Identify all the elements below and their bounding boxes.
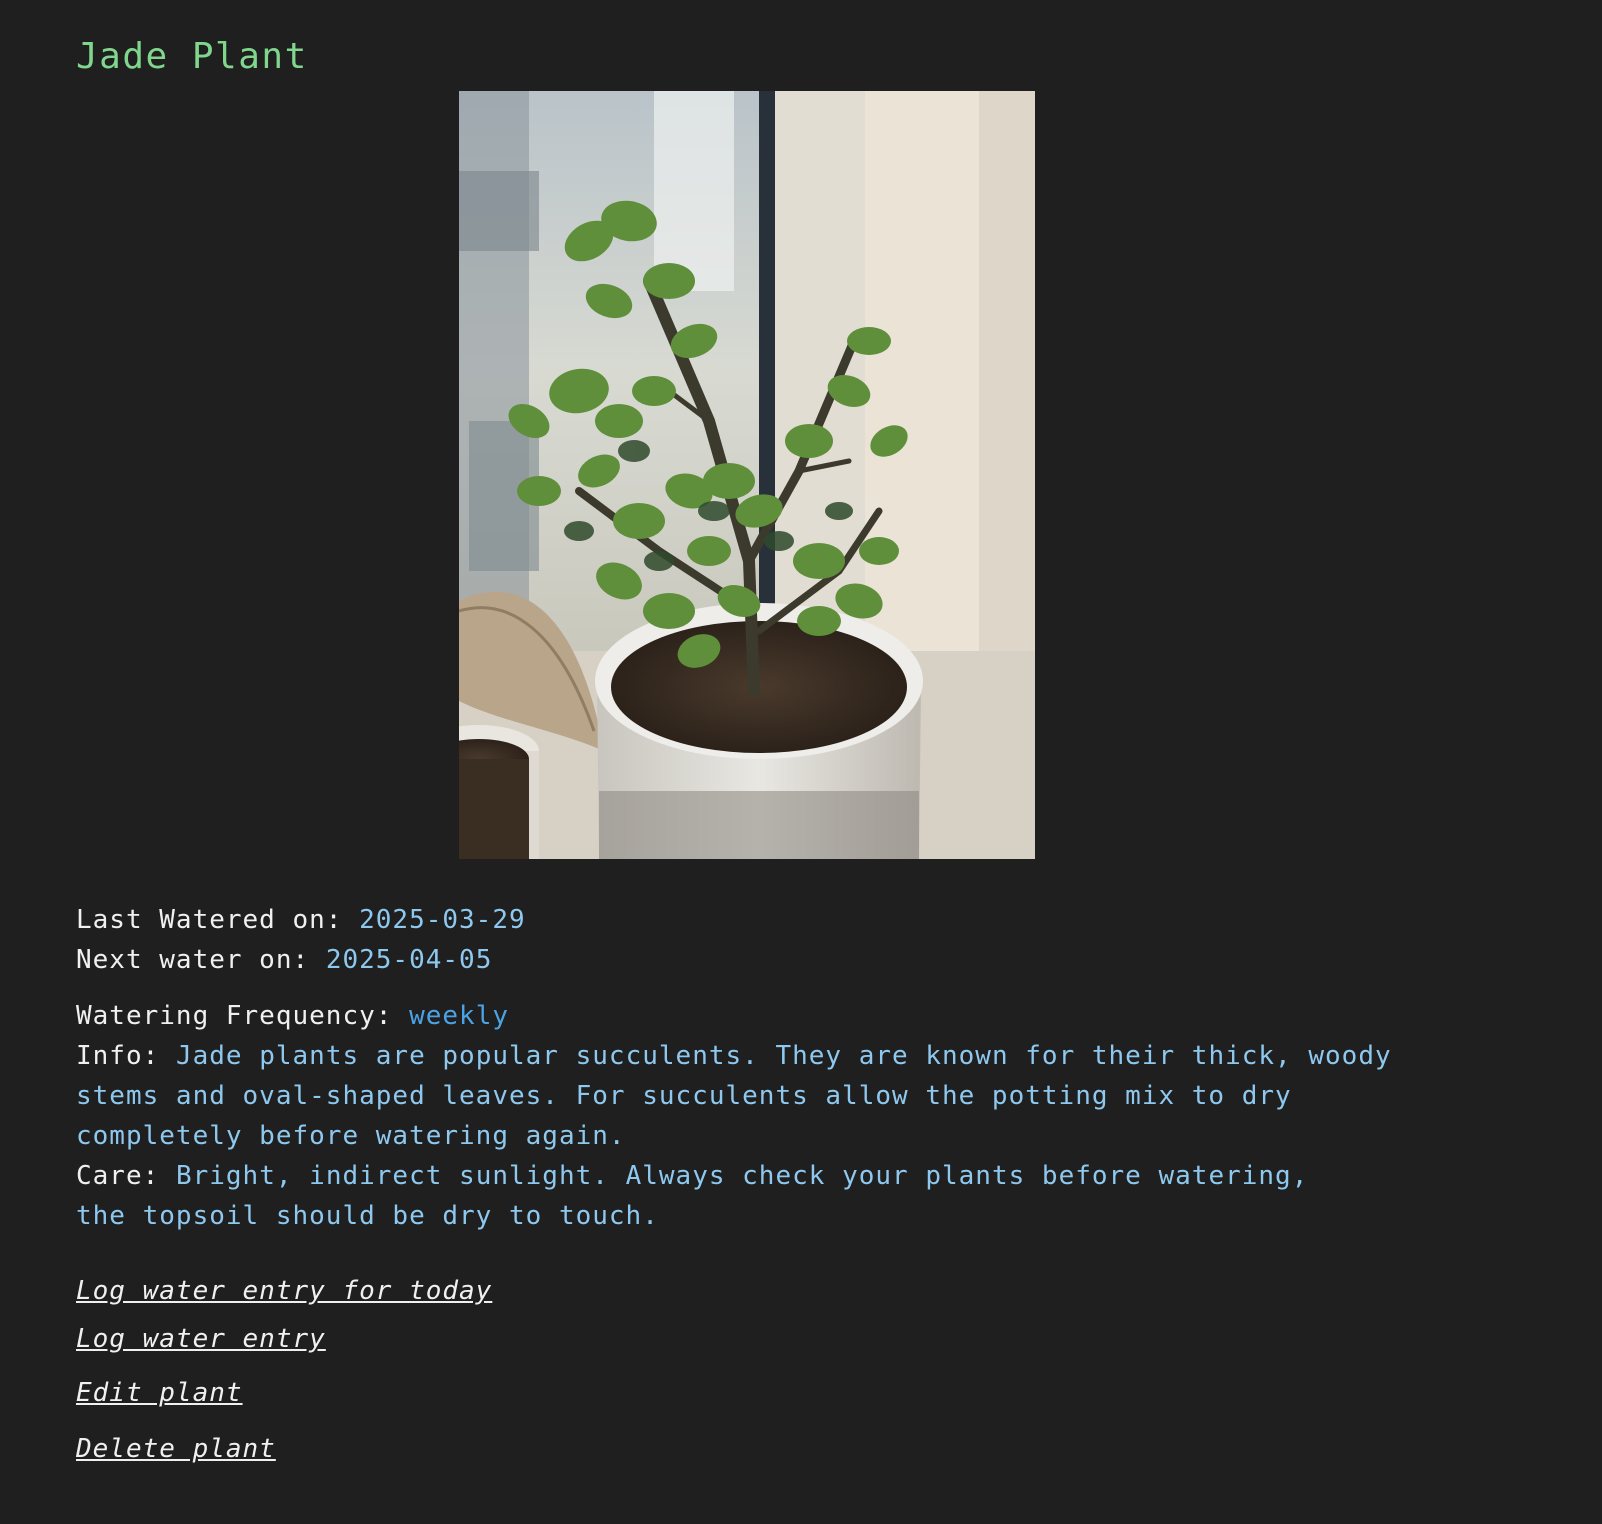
frequency-label: Watering Frequency: — [76, 1001, 393, 1031]
plant-photo — [459, 91, 1035, 859]
frequency-value: weekly — [409, 1001, 509, 1031]
log-water-entry-link[interactable]: Log water entry — [76, 1324, 326, 1354]
next-water-value: 2025-04-05 — [325, 945, 493, 975]
info-text: Jade plants are popular succulents. They… — [76, 1041, 1392, 1151]
plant-detail-page: Jade Plant Last Watered on: 2025-03-29 N… — [0, 0, 1602, 1524]
info-row: Info: Jade plants are popular succulents… — [76, 1036, 1406, 1156]
delete-plant-link[interactable]: Delete plant — [76, 1434, 276, 1464]
edit-plant-link[interactable]: Edit plant — [76, 1378, 243, 1408]
info-label: Info: — [76, 1041, 160, 1071]
page-title: Jade Plant — [76, 36, 308, 77]
next-water-label: Next water on: — [76, 945, 310, 975]
plant-info: Last Watered on: 2025-03-29 Next water o… — [76, 900, 1456, 1236]
next-water-row: Next water on: 2025-04-05 — [76, 940, 1456, 980]
last-watered-label: Last Watered on: — [76, 905, 343, 935]
last-watered-value: 2025-03-29 — [359, 905, 526, 935]
care-row: Care: Bright, indirect sunlight. Always … — [76, 1156, 1326, 1236]
frequency-row: Watering Frequency: weekly — [76, 996, 1456, 1036]
care-text: Bright, indirect sunlight. Always check … — [76, 1161, 1309, 1231]
care-label: Care: — [76, 1161, 160, 1191]
last-watered-row: Last Watered on: 2025-03-29 — [76, 900, 1456, 940]
log-water-today-link[interactable]: Log water entry for today — [76, 1276, 492, 1306]
